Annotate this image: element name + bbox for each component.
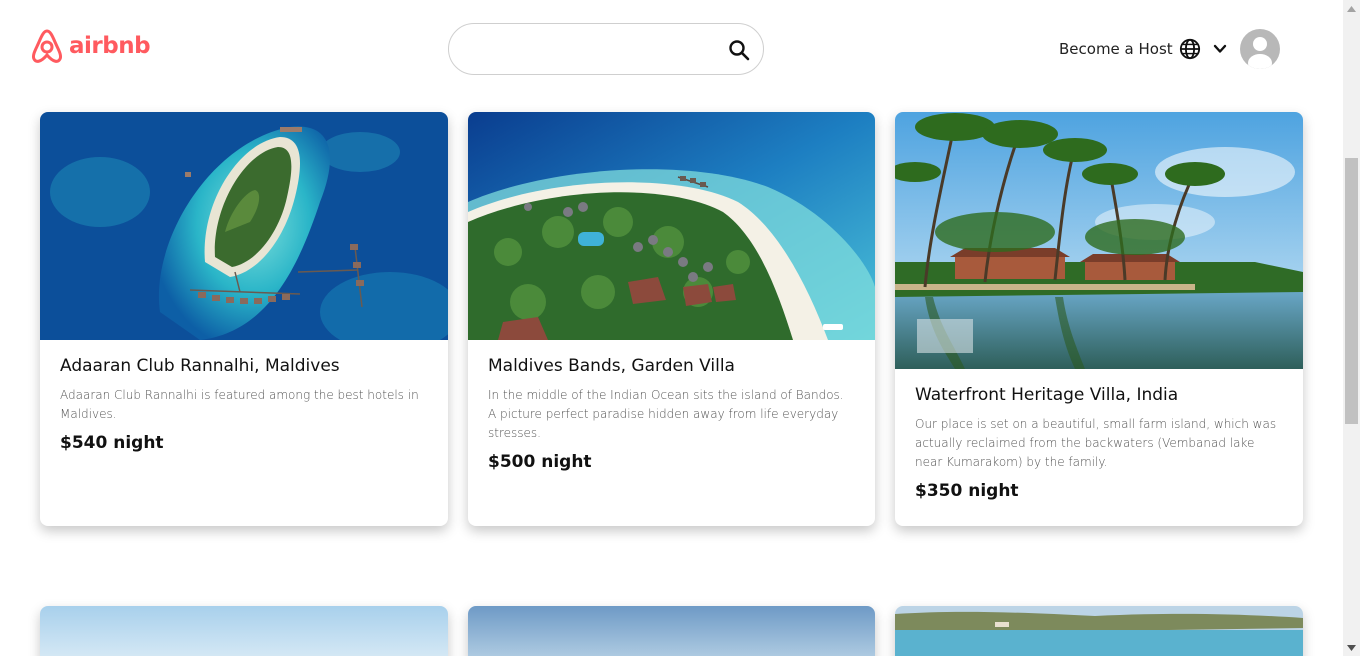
listing-card[interactable] [468, 606, 875, 656]
listing-card[interactable] [895, 606, 1303, 656]
listing-price: $540 night [60, 433, 164, 453]
listing-card[interactable]: Adaaran Club Rannalhi, Maldives Adaaran … [40, 112, 448, 526]
airbnb-logo-icon [32, 29, 62, 63]
listing-image [895, 606, 1303, 656]
user-avatar-icon[interactable] [1239, 29, 1280, 69]
search-icon[interactable] [727, 38, 751, 62]
listing-price: $500 night [488, 452, 592, 472]
become-host-link[interactable]: Become a Host [1059, 40, 1173, 58]
listing-description: Our place is set on a beautiful, small f… [915, 417, 1277, 469]
scroll-down-arrow-icon[interactable] [1343, 639, 1360, 656]
listing-title: Waterfront Heritage Villa, India [915, 385, 1179, 405]
airbnb-logo[interactable]: airbnb [29, 27, 151, 65]
brand-name: airbnb [69, 33, 151, 59]
listing-price: $350 night [915, 481, 1019, 501]
listing-image [895, 112, 1303, 369]
globe-icon[interactable] [1179, 38, 1201, 60]
listing-description: Adaaran Club Rannalhi is featured among … [60, 388, 419, 421]
listing-title: Maldives Bands, Garden Villa [488, 356, 735, 376]
listing-description: In the middle of the Indian Ocean sits t… [488, 388, 844, 440]
listing-image [40, 112, 448, 340]
search-input[interactable] [467, 34, 717, 64]
page-scrollbar[interactable] [1343, 0, 1360, 656]
top-header: airbnb Become a Host [0, 0, 1343, 100]
scrollbar-thumb[interactable] [1345, 158, 1358, 424]
listing-image [40, 606, 448, 656]
search-bar [448, 23, 764, 75]
user-nav: Become a Host [1059, 29, 1280, 69]
listing-image [468, 606, 875, 656]
listing-image [468, 112, 875, 340]
listing-title: Adaaran Club Rannalhi, Maldives [60, 356, 340, 376]
listing-card[interactable]: Waterfront Heritage Villa, India Our pla… [895, 112, 1303, 526]
listing-card[interactable] [40, 606, 448, 656]
chevron-down-icon[interactable] [1212, 41, 1228, 57]
person-icon [1247, 37, 1272, 69]
scroll-up-arrow-icon[interactable] [1343, 0, 1360, 17]
listing-card[interactable]: Maldives Bands, Garden Villa In the midd… [468, 112, 875, 526]
